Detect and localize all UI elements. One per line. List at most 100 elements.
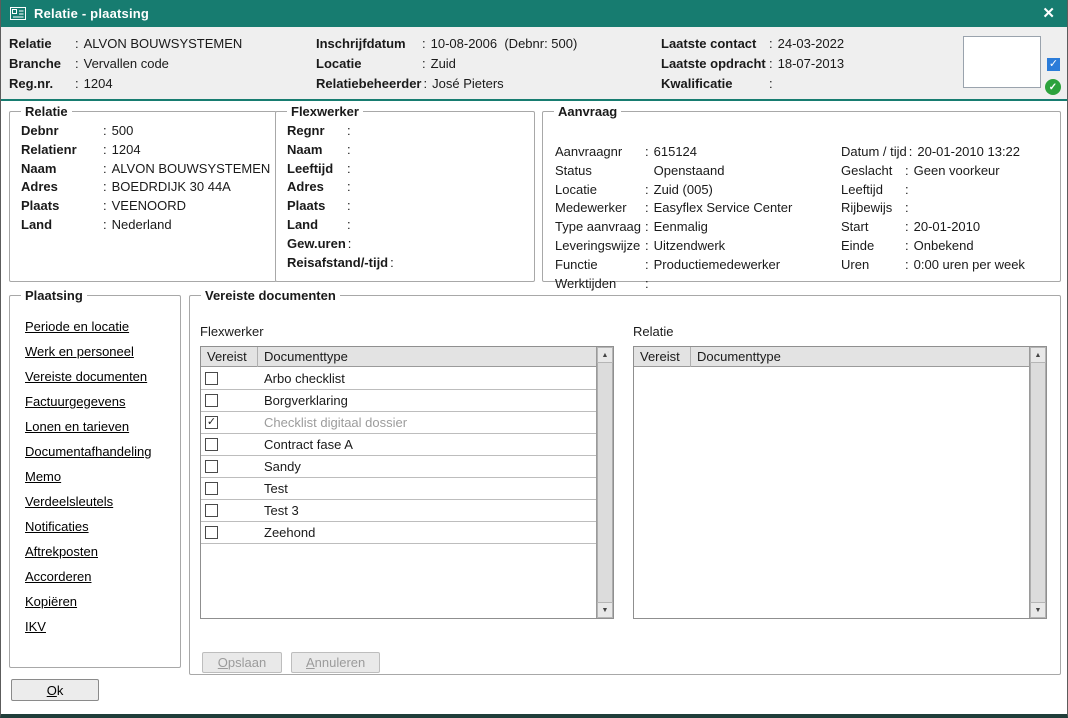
info-row: Locatie : Zuid [316, 54, 577, 74]
nav-link[interactable]: Kopiëren [25, 589, 169, 614]
nav-link[interactable]: IKV [25, 614, 169, 639]
required-checkbox[interactable] [205, 460, 218, 473]
required-checkbox[interactable] [205, 394, 218, 407]
col-header-documenttype: Documenttype [691, 347, 1029, 367]
documenttype-cell: Arbo checklist [258, 371, 345, 386]
nav-link[interactable]: Periode en locatie [25, 314, 169, 339]
table-row[interactable]: Zeehond [201, 522, 596, 544]
colon: : [103, 160, 107, 179]
colon: : [424, 74, 428, 94]
table-row[interactable]: Checklist digitaal dossier [201, 412, 596, 434]
info-label: Naam [21, 160, 101, 179]
table-header: Vereist Documenttype [634, 347, 1029, 367]
info-label: Status [555, 162, 643, 181]
nav-link[interactable]: Vereiste documenten [25, 364, 169, 389]
info-value: 20-01-2010 [914, 218, 981, 237]
info-value: Vervallen code [84, 54, 169, 74]
nav-link[interactable]: Verdeelsleutels [25, 489, 169, 514]
nav-link[interactable]: Accorderen [25, 564, 169, 589]
colon: : [905, 162, 909, 181]
plaatsing-nav-panel: Plaatsing Periode en locatie Werk en per… [9, 288, 181, 668]
required-checkbox[interactable] [205, 416, 218, 429]
info-value: 0:00 uren per week [914, 256, 1025, 275]
table-row[interactable]: Contract fase A [201, 434, 596, 456]
nav-link[interactable]: Factuurgegevens [25, 389, 169, 414]
colon: : [348, 235, 352, 254]
info-row: Gew.uren : [287, 235, 523, 254]
scroll-down-icon[interactable] [597, 602, 613, 618]
documenttype-cell: Test 3 [258, 503, 299, 518]
info-value: Productiemedewerker [654, 256, 780, 275]
nav-link[interactable]: Werk en personeel [25, 339, 169, 364]
status-ok-icon [1045, 79, 1061, 95]
info-label: Regnr [287, 122, 345, 141]
colon: : [347, 160, 351, 179]
info-label: Laatste opdracht [661, 54, 767, 74]
info-row: Rijbewijs : [841, 199, 1025, 218]
checkbox-cell [201, 482, 258, 495]
documents-panel: Vereiste documenten Flexwerker Vereist D… [189, 288, 1061, 675]
colon: : [103, 122, 107, 141]
info-label: Leeftijd [841, 181, 903, 200]
required-checkbox[interactable] [205, 482, 218, 495]
window-title: Relatie - plaatsing [34, 6, 1039, 21]
info-label: Debnr [21, 122, 101, 141]
info-label: Leeftijd [287, 160, 345, 179]
table-row[interactable]: Arbo checklist [201, 368, 596, 390]
info-row: Adres : [287, 178, 523, 197]
scroll-thumb[interactable] [597, 363, 613, 602]
info-row: Locatie : Zuid (005) [555, 181, 792, 200]
scroll-up-icon[interactable] [1030, 347, 1046, 363]
relatie-legend: Relatie [21, 104, 72, 119]
table-row[interactable]: Test 3 [201, 500, 596, 522]
flag-checkbox[interactable] [1047, 58, 1060, 71]
nav-link[interactable]: Lonen en tarieven [25, 414, 169, 439]
colon: : [75, 74, 79, 94]
scroll-down-icon[interactable] [1030, 602, 1046, 618]
info-value: 1204 [112, 141, 141, 160]
colon: : [422, 54, 426, 74]
table-row[interactable]: Sandy [201, 456, 596, 478]
relation-summary-header: Relatie : ALVON BOUWSYSTEMEN Branche : V… [1, 27, 1067, 101]
required-checkbox[interactable] [205, 504, 218, 517]
colon: : [645, 181, 649, 200]
colon: : [347, 141, 351, 160]
scroll-up-icon[interactable] [597, 347, 613, 363]
save-button[interactable]: Opslaan [202, 652, 282, 673]
info-value: VEENOORD [112, 197, 186, 216]
info-row: Leveringswijze : Uitzendwerk [555, 237, 792, 256]
info-value: Onbekend [914, 237, 974, 256]
table-row[interactable]: Borgverklaring [201, 390, 596, 412]
table-row[interactable]: Test [201, 478, 596, 500]
plaatsing-nav-list: Periode en locatie Werk en personeel Ver… [21, 306, 169, 639]
flexwerker-doc-table: Vereist Documenttype Arbo checklist Borg… [200, 346, 614, 619]
nav-link[interactable]: Memo [25, 464, 169, 489]
colon: : [645, 199, 649, 218]
vertical-scrollbar[interactable] [596, 347, 613, 618]
info-value: ALVON BOUWSYSTEMEN [112, 160, 271, 179]
close-icon[interactable]: ✕ [1039, 6, 1058, 21]
colon: : [422, 34, 426, 54]
nav-link[interactable]: Aftrekposten [25, 539, 169, 564]
colon: : [103, 216, 107, 235]
cancel-button[interactable]: Annuleren [291, 652, 380, 673]
nav-link[interactable]: Documentafhandeling [25, 439, 169, 464]
info-row: Leeftijd : [841, 181, 1025, 200]
colon: : [769, 74, 773, 94]
vertical-scrollbar[interactable] [1029, 347, 1046, 618]
nav-link[interactable]: Notificaties [25, 514, 169, 539]
colon: : [909, 143, 913, 162]
required-checkbox[interactable] [205, 526, 218, 539]
required-checkbox[interactable] [205, 438, 218, 451]
info-label: Relatienr [21, 141, 101, 160]
info-value: BOEDRDIJK 30 44A [112, 178, 231, 197]
colon: : [75, 54, 79, 74]
info-label: Adres [287, 178, 345, 197]
info-value: Zuid (005) [654, 181, 713, 200]
scroll-thumb[interactable] [1030, 363, 1046, 602]
aanvraag-panel: Aanvraag Aanvraagnr : 615124 Status : Op… [542, 104, 1061, 282]
required-checkbox[interactable] [205, 372, 218, 385]
colon: : [103, 197, 107, 216]
info-row: Relatiebeheerder : José Pieters [316, 74, 577, 94]
ok-button[interactable]: Ok [11, 679, 99, 701]
